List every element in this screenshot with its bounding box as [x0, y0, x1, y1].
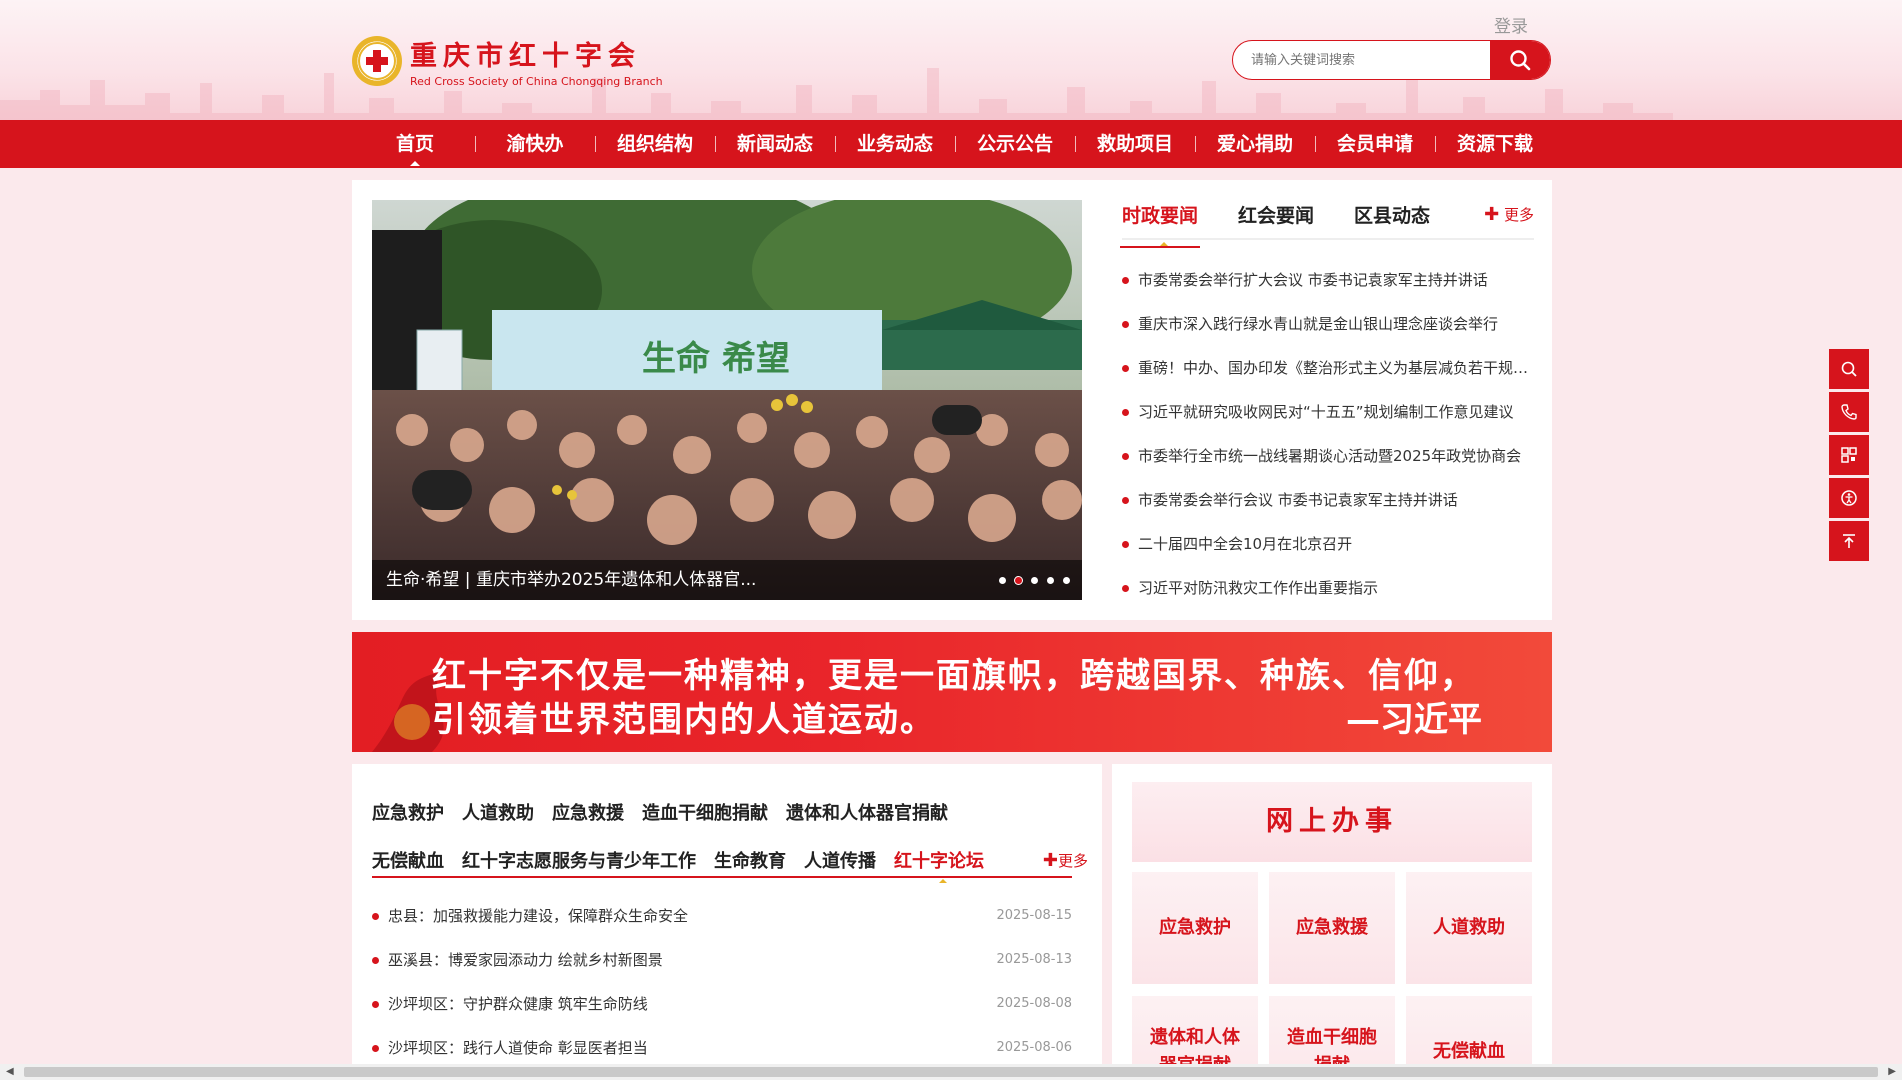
tab-emergency-rescue[interactable]: 应急救援 — [552, 799, 624, 825]
search-bar — [1232, 40, 1551, 80]
banner-quote-line-2: 引领着世界范围内的人道运动。 — [432, 700, 936, 740]
tab-humanitarian-communication[interactable]: 人道传播 — [804, 847, 876, 873]
side-qrcode-button[interactable] — [1829, 435, 1869, 475]
slider-dot[interactable] — [1063, 577, 1070, 584]
side-back-to-top-button[interactable] — [1829, 521, 1869, 561]
logo-english-name: Red Cross Society of China Chongqing Bra… — [410, 75, 663, 88]
tab-redcross-forum[interactable]: 红十字论坛 — [894, 847, 984, 883]
category-divider — [372, 876, 1072, 878]
main-navigation: 首页 渝快办 组织结构 新闻动态 业务动态 公示公告 救助项目 爱心捐助 会员申… — [0, 120, 1902, 168]
slider-dot[interactable] — [1047, 577, 1054, 584]
online-services-panel: 网上办事 应急救护 应急救援 人道救助 遗体和人体器官捐献 造血干细胞捐献 无偿… — [1112, 764, 1552, 1080]
search-icon — [1841, 361, 1857, 377]
scrollbar-thumb[interactable] — [24, 1067, 1878, 1077]
accessibility-icon — [1841, 490, 1857, 506]
nav-business[interactable]: 业务动态 — [835, 120, 955, 168]
nav-donation[interactable]: 爱心捐助 — [1195, 120, 1315, 168]
nav-relief-projects[interactable]: 救助项目 — [1075, 120, 1195, 168]
business-news-panel: 应急救护 人道救助 应急救援 造血干细胞捐献 遗体和人体器官捐献 无偿献血 红十… — [352, 764, 1102, 1080]
city-skyline-decoration — [0, 68, 1673, 120]
side-search-button[interactable] — [1829, 349, 1869, 389]
article-date: 2025-08-15 — [996, 908, 1072, 923]
category-tabs: 应急救护 人道救助 应急救援 造血干细胞捐献 遗体和人体器官捐献 无偿献血 红十… — [372, 788, 1088, 884]
news-item[interactable]: 习近平对防汛救灾工作作出重要指示 — [1122, 566, 1534, 610]
article-date: 2025-08-08 — [996, 996, 1072, 1011]
category-more-link[interactable]: ✚更多 — [1043, 850, 1088, 871]
tab-life-education[interactable]: 生命教育 — [714, 847, 786, 873]
tab-organ-donation[interactable]: 遗体和人体器官捐献 — [786, 799, 948, 825]
news-item[interactable]: 市委举行全市统一战线暑期谈心活动暨2025年政党协商会 — [1122, 434, 1534, 478]
slider-dot-active[interactable] — [1015, 577, 1022, 584]
nav-yukuaiban[interactable]: 渝快办 — [475, 120, 595, 168]
slider-dot[interactable] — [1031, 577, 1038, 584]
article-item[interactable]: 巫溪县：博爱家园添动力 绘就乡村新图景 2025-08-13 — [372, 938, 1072, 982]
article-title: 沙坪坝区：守护群众健康 筑牢生命防线 — [388, 995, 648, 1013]
news-item[interactable]: 重磅！中办、国办印发《整治形式主义为基层减负若干规定》 — [1122, 346, 1534, 390]
banner-slogan-text: 生命 希望 — [642, 339, 790, 379]
floating-toolbar — [1829, 349, 1869, 564]
scroll-left-arrow-icon[interactable]: ◀ — [6, 1066, 14, 1077]
news-item[interactable]: 市委常委会举行会议 市委书记袁家军主持并讲话 — [1122, 478, 1534, 522]
news-item[interactable]: 二十届四中全会10月在北京召开 — [1122, 522, 1534, 566]
tab-blood-donation[interactable]: 无偿献血 — [372, 847, 444, 873]
nav-announcements[interactable]: 公示公告 — [955, 120, 1075, 168]
article-title: 忠县：加强救援能力建设，保障群众生命安全 — [388, 907, 689, 925]
online-services-title: 网上办事 — [1132, 782, 1532, 862]
more-label: 更多 — [1503, 206, 1534, 224]
news-list: 市委常委会举行扩大会议 市委书记袁家军主持并讲话 重庆市深入践行绿水青山就是金山… — [1122, 258, 1534, 610]
search-input[interactable] — [1233, 41, 1490, 79]
banner-quote-line-1: 红十字不仅是一种精神，更是一面旗帜，跨越国界、种族、信仰， — [432, 656, 1476, 696]
article-date: 2025-08-13 — [996, 952, 1072, 967]
login-link[interactable]: 登录 — [1494, 12, 1528, 37]
tab-first-aid[interactable]: 应急救护 — [372, 799, 444, 825]
banner-signature: —习近平 — [1346, 700, 1482, 740]
phone-icon — [1841, 404, 1857, 420]
nav-news[interactable]: 新闻动态 — [715, 120, 835, 168]
nav-membership[interactable]: 会员申请 — [1315, 120, 1435, 168]
nav-downloads[interactable]: 资源下载 — [1435, 120, 1555, 168]
nav-home[interactable]: 首页 — [355, 120, 475, 168]
site-header: 重庆市红十字会 Red Cross Society of China Chong… — [0, 0, 1902, 120]
slide-caption[interactable]: 生命·希望 | 重庆市举办2025年遗体和人体器官... — [372, 560, 1082, 600]
side-accessibility-button[interactable] — [1829, 478, 1869, 518]
horizontal-scrollbar[interactable]: ◀ ▶ — [0, 1064, 1902, 1080]
search-button[interactable] — [1490, 41, 1550, 79]
news-tabs: 时政要闻 红会要闻 区县动态 ✚ 更多 — [1119, 200, 1534, 248]
red-cross-emblem-icon — [352, 36, 402, 86]
article-item[interactable]: 沙坪坝区：守护群众健康 筑牢生命防线 2025-08-08 — [372, 982, 1072, 1026]
slider-pagination — [999, 577, 1070, 584]
service-emergency-rescue[interactable]: 应急救援 — [1269, 872, 1395, 984]
tab-stem-cell-donation[interactable]: 造血干细胞捐献 — [642, 799, 768, 825]
tab-politics-news[interactable]: 时政要闻 — [1119, 200, 1201, 248]
tab-redcross-news[interactable]: 红会要闻 — [1238, 200, 1314, 238]
tab-district-news[interactable]: 区县动态 — [1354, 200, 1430, 238]
news-more-link[interactable]: ✚ 更多 — [1484, 204, 1534, 225]
news-item[interactable]: 重庆市深入践行绿水青山就是金山银山理念座谈会举行 — [1122, 302, 1534, 346]
side-phone-button[interactable] — [1829, 392, 1869, 432]
article-item[interactable]: 忠县：加强救援能力建设，保障群众生命安全 2025-08-15 — [372, 894, 1072, 938]
site-logo[interactable]: 重庆市红十字会 Red Cross Society of China Chong… — [352, 34, 663, 88]
news-item[interactable]: 习近平就研究吸收网民对“十五五”规划编制工作意见建议 — [1122, 390, 1534, 434]
plus-icon: ✚ — [1042, 849, 1058, 871]
plus-icon: ✚ — [1484, 204, 1500, 225]
quote-banner[interactable]: 红十字不仅是一种精神，更是一面旗帜，跨越国界、种族、信仰， 引领着世界范围内的人… — [352, 632, 1552, 752]
photo-slider[interactable]: 生命 希望 生命·希望 | 重庆市举办2025年遗体和人体器官... — [372, 200, 1082, 600]
top-panel: 生命 希望 生命·希望 | 重庆市举办2025年遗体和人体器官... 时政要闻 … — [352, 180, 1552, 620]
back-to-top-icon — [1843, 534, 1855, 548]
service-humanitarian-relief[interactable]: 人道救助 — [1406, 872, 1532, 984]
slider-dot[interactable] — [999, 577, 1006, 584]
more-label: 更多 — [1057, 851, 1088, 870]
tab-volunteer-youth[interactable]: 红十字志愿服务与青少年工作 — [462, 847, 696, 873]
scroll-right-arrow-icon[interactable]: ▶ — [1888, 1066, 1896, 1077]
logo-chinese-name: 重庆市红十字会 — [410, 41, 641, 72]
tab-humanitarian-relief[interactable]: 人道救助 — [462, 799, 534, 825]
article-list: 忠县：加强救援能力建设，保障群众生命安全 2025-08-15 巫溪县：博爱家园添… — [372, 894, 1072, 1070]
search-icon — [1510, 50, 1531, 71]
slide-photo: 生命 希望 — [372, 200, 1082, 600]
qrcode-icon — [1841, 447, 1857, 463]
service-first-aid[interactable]: 应急救护 — [1132, 872, 1258, 984]
article-title: 巫溪县：博爱家园添动力 绘就乡村新图景 — [388, 951, 663, 969]
news-item[interactable]: 市委常委会举行扩大会议 市委书记袁家军主持并讲话 — [1122, 258, 1534, 302]
nav-organization[interactable]: 组织结构 — [595, 120, 715, 168]
